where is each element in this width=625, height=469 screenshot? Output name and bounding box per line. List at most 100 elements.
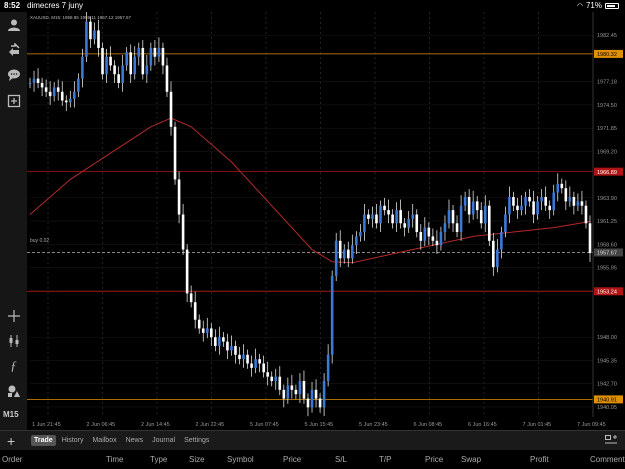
candle-body (97, 30, 100, 48)
layout-toggle-icon[interactable] (605, 435, 617, 448)
status-time: 8:52 (4, 1, 21, 10)
candle-body (262, 363, 265, 373)
column-header-time[interactable]: Time (106, 455, 123, 464)
crosshair-icon[interactable] (5, 307, 22, 324)
candle-body (64, 100, 68, 103)
column-header-size[interactable]: Size (189, 455, 205, 464)
candle-body (471, 201, 475, 215)
candle-body (133, 56, 137, 75)
candle-body (371, 214, 374, 219)
time-axis-label: 7 Jun 09:45 (577, 422, 606, 428)
chart-title: XAUUSD, M15: 1958.85 1959.11 1957.12 195… (30, 15, 131, 20)
moving-average-line (29, 117, 591, 264)
candle-body (290, 385, 294, 390)
candle-body (568, 196, 572, 202)
trade-table-header: Order Time Type Size Symbol Price S/L T/P Price S… (0, 450, 625, 469)
candle-body (113, 65, 116, 75)
candle-body (93, 30, 96, 40)
add-icon[interactable]: + (7, 433, 15, 449)
column-header-order[interactable]: Order (2, 455, 22, 464)
new-chart-icon[interactable] (5, 92, 22, 109)
candle-body (286, 385, 290, 399)
time-axis-label: 7 Jun 01:45 (523, 422, 552, 428)
candle-body (157, 47, 161, 57)
candle-body (274, 376, 278, 382)
trade-arrows-icon[interactable] (5, 41, 22, 58)
candle-body (242, 354, 245, 360)
function-icon[interactable]: ƒ (5, 357, 22, 374)
candle-body (459, 205, 463, 233)
candle-body (427, 227, 431, 237)
candle-body (310, 389, 314, 408)
candle-body (463, 196, 467, 206)
column-header-profit[interactable]: Profit (530, 455, 549, 464)
tab-history[interactable]: History (59, 435, 87, 446)
column-header-price-current[interactable]: Price (425, 455, 443, 464)
candle-body (214, 337, 217, 346)
candle-body (52, 87, 56, 97)
candle-body (318, 398, 322, 408)
column-header-sl[interactable]: S/L (335, 455, 347, 464)
column-header-swap[interactable]: Swap (461, 455, 481, 464)
terminal-tabs: Trade History Mailbox News Journal Settings (31, 435, 212, 446)
tab-trade[interactable]: Trade (31, 435, 56, 446)
candle-body (528, 196, 531, 202)
candle-body (439, 232, 443, 246)
candle-body (355, 236, 358, 246)
candle-body (169, 91, 173, 127)
ios-status-bar: 8:52 dimecres 7 juny ◠ 71% (0, 0, 625, 12)
price-axis-label: 1982.45 (597, 33, 617, 39)
price-axis-label: 1942.70 (597, 382, 617, 388)
candle-body (379, 205, 382, 224)
candle-body (145, 65, 149, 75)
tab-settings[interactable]: Settings (181, 435, 212, 446)
candle-body (483, 205, 487, 224)
chat-icon[interactable] (5, 66, 22, 83)
status-date: dimecres 7 juny (27, 1, 84, 10)
column-header-type[interactable]: Type (150, 455, 167, 464)
candle-body (165, 65, 169, 92)
candle-body (431, 236, 435, 241)
column-header-price[interactable]: Price (283, 455, 301, 464)
candle-body (117, 74, 120, 84)
candle-body (500, 232, 503, 250)
candle-body (435, 240, 439, 246)
price-chart[interactable]: 1982.45 1977.18 1974.50 1971.85 1969.20 1963.… (27, 11, 625, 430)
candle-body (306, 398, 310, 408)
candle-body (40, 83, 44, 88)
price-axis-label: 1948.00 (597, 335, 617, 341)
candle-body (105, 56, 108, 75)
candle-body (73, 91, 76, 99)
price-axis-label: 1958.60 (597, 242, 617, 248)
price-axis-label: 1945.35 (597, 358, 617, 364)
tab-journal[interactable]: Journal (149, 435, 178, 446)
time-axis-label: 5 Jun 15:45 (305, 422, 334, 428)
candle-body (48, 91, 52, 97)
wifi-icon: ◠ (576, 2, 583, 10)
tab-mailbox[interactable]: Mailbox (89, 435, 119, 446)
objects-icon[interactable] (5, 382, 22, 399)
column-header-symbol[interactable]: Symbol (227, 455, 254, 464)
candle-body (455, 223, 459, 233)
chart-svg[interactable]: 1982.45 1977.18 1974.50 1971.85 1969.20 1963.… (27, 11, 625, 430)
tab-news[interactable]: News (123, 435, 147, 446)
price-axis-label: 1940.05 (597, 405, 617, 411)
time-axis-label: 1 Jun 21:45 (32, 422, 61, 428)
account-icon[interactable] (5, 16, 22, 33)
column-header-tp[interactable]: T/P (379, 455, 391, 464)
terminal-tab-bar: + Trade History Mailbox News Journal Settings (0, 430, 625, 450)
candle-body (492, 240, 495, 268)
column-header-comment[interactable]: Comment (590, 455, 625, 464)
candle-body (423, 227, 427, 241)
timeframe-label[interactable]: M15 (3, 410, 19, 419)
candle-body (411, 214, 415, 219)
candle-body (576, 201, 580, 206)
candle-body (367, 214, 370, 219)
candle-body (218, 337, 221, 346)
candle-body (238, 354, 241, 360)
candle-body (504, 214, 507, 233)
candle-body (177, 179, 181, 215)
candle-body (520, 205, 523, 211)
price-axis-label: 1969.20 (597, 149, 617, 155)
indicators-icon[interactable] (5, 332, 22, 349)
